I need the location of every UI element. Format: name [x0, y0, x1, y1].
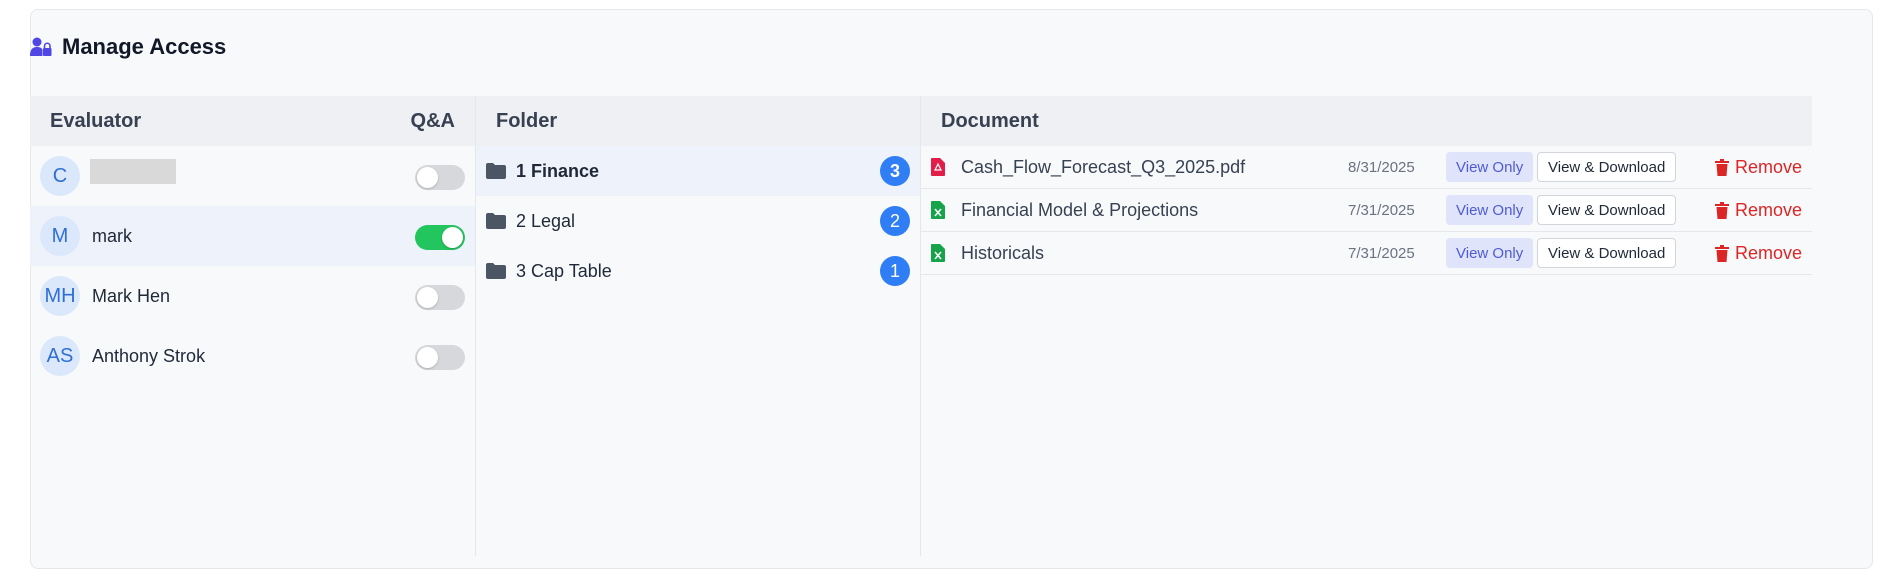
trash-icon: [1714, 158, 1729, 176]
view-download-button[interactable]: View & Download: [1537, 195, 1677, 225]
evaluator-panel-header: Evaluator Q&A: [30, 96, 475, 146]
folder-item[interactable]: 1 Finance 3: [476, 146, 920, 196]
document-row: Historicals 7/31/2025 View Only View & D…: [921, 232, 1812, 275]
document-row: Financial Model & Projections 7/31/2025 …: [921, 189, 1812, 232]
evaluator-row[interactable]: M mark: [30, 206, 475, 266]
view-download-button[interactable]: View & Download: [1537, 238, 1677, 268]
folder-count-badge: 2: [880, 206, 910, 236]
folder-count-badge: 3: [880, 156, 910, 186]
view-only-button[interactable]: View Only: [1446, 238, 1534, 268]
document-date: 7/31/2025: [1348, 201, 1415, 219]
folder-column-label: Folder: [496, 109, 558, 132]
folder-name: 3 Cap Table: [516, 260, 612, 281]
toggle-knob: [417, 287, 438, 308]
evaluator-name: Anthony Strok: [92, 345, 206, 366]
remove-label: Remove: [1734, 199, 1802, 220]
avatar: C: [40, 156, 80, 196]
remove-label: Remove: [1734, 156, 1802, 177]
qa-toggle[interactable]: [415, 225, 465, 250]
user-lock-icon: [30, 37, 52, 56]
manage-access-header: Manage Access: [30, 34, 226, 60]
qa-toggle[interactable]: [415, 285, 465, 310]
document-panel: Document Cash_Flow_Forecast_Q3_2025.pdf …: [921, 96, 1812, 556]
evaluator-row[interactable]: MH Mark Hen: [30, 266, 475, 326]
document-name: Cash_Flow_Forecast_Q3_2025.pdf: [961, 156, 1246, 177]
toggle-knob: [442, 227, 463, 248]
access-panels: Evaluator Q&A C M mark MH Mark Hen AS An…: [30, 96, 1812, 556]
pdf-file-icon: [931, 158, 945, 176]
avatar: M: [40, 216, 80, 256]
folder-icon: [486, 213, 506, 229]
avatar: MH: [40, 276, 80, 316]
folder-item[interactable]: 2 Legal 2: [476, 196, 920, 246]
qa-toggle[interactable]: [415, 345, 465, 370]
evaluator-panel: Evaluator Q&A C M mark MH Mark Hen AS An…: [30, 96, 476, 556]
document-row: Cash_Flow_Forecast_Q3_2025.pdf 8/31/2025…: [921, 146, 1812, 189]
document-name: Historicals: [961, 242, 1045, 263]
evaluator-name: mark: [92, 225, 132, 246]
folder-icon: [486, 163, 506, 179]
folder-icon: [486, 263, 506, 279]
remove-button[interactable]: Remove: [1714, 152, 1802, 182]
trash-icon: [1714, 201, 1729, 219]
redacted-name-block: [90, 159, 176, 184]
document-date: 8/31/2025: [1348, 158, 1415, 176]
document-name: Financial Model & Projections: [961, 199, 1199, 220]
remove-label: Remove: [1734, 242, 1802, 263]
document-panel-header: Document: [921, 96, 1812, 146]
view-only-button[interactable]: View Only: [1446, 195, 1534, 225]
qa-toggle[interactable]: [415, 165, 465, 190]
page-title: Manage Access: [62, 34, 227, 59]
document-date: 7/31/2025: [1348, 244, 1415, 262]
remove-button[interactable]: Remove: [1714, 238, 1802, 268]
folder-count-badge: 1: [880, 256, 910, 286]
qa-column-label: Q&A: [410, 109, 455, 132]
folder-item[interactable]: 3 Cap Table 1: [476, 246, 920, 296]
trash-icon: [1714, 244, 1729, 262]
evaluator-column-label: Evaluator: [50, 109, 142, 132]
folder-panel-header: Folder: [476, 96, 920, 146]
remove-button[interactable]: Remove: [1714, 195, 1802, 225]
toggle-knob: [417, 347, 438, 368]
folder-name: 2 Legal: [516, 210, 576, 231]
excel-file-icon: [931, 244, 945, 262]
evaluator-name: Mark Hen: [92, 285, 171, 306]
avatar: AS: [40, 336, 80, 376]
document-column-label: Document: [941, 109, 1039, 132]
folder-name: 1 Finance: [516, 160, 600, 181]
excel-file-icon: [931, 201, 945, 219]
folder-panel: Folder 1 Finance 3 2 Legal 2 3 Cap Table…: [476, 96, 921, 556]
evaluator-row[interactable]: AS Anthony Strok: [30, 326, 475, 386]
toggle-knob: [417, 167, 438, 188]
view-download-button[interactable]: View & Download: [1537, 152, 1677, 182]
view-only-button[interactable]: View Only: [1446, 152, 1534, 182]
evaluator-row[interactable]: C: [30, 146, 475, 206]
